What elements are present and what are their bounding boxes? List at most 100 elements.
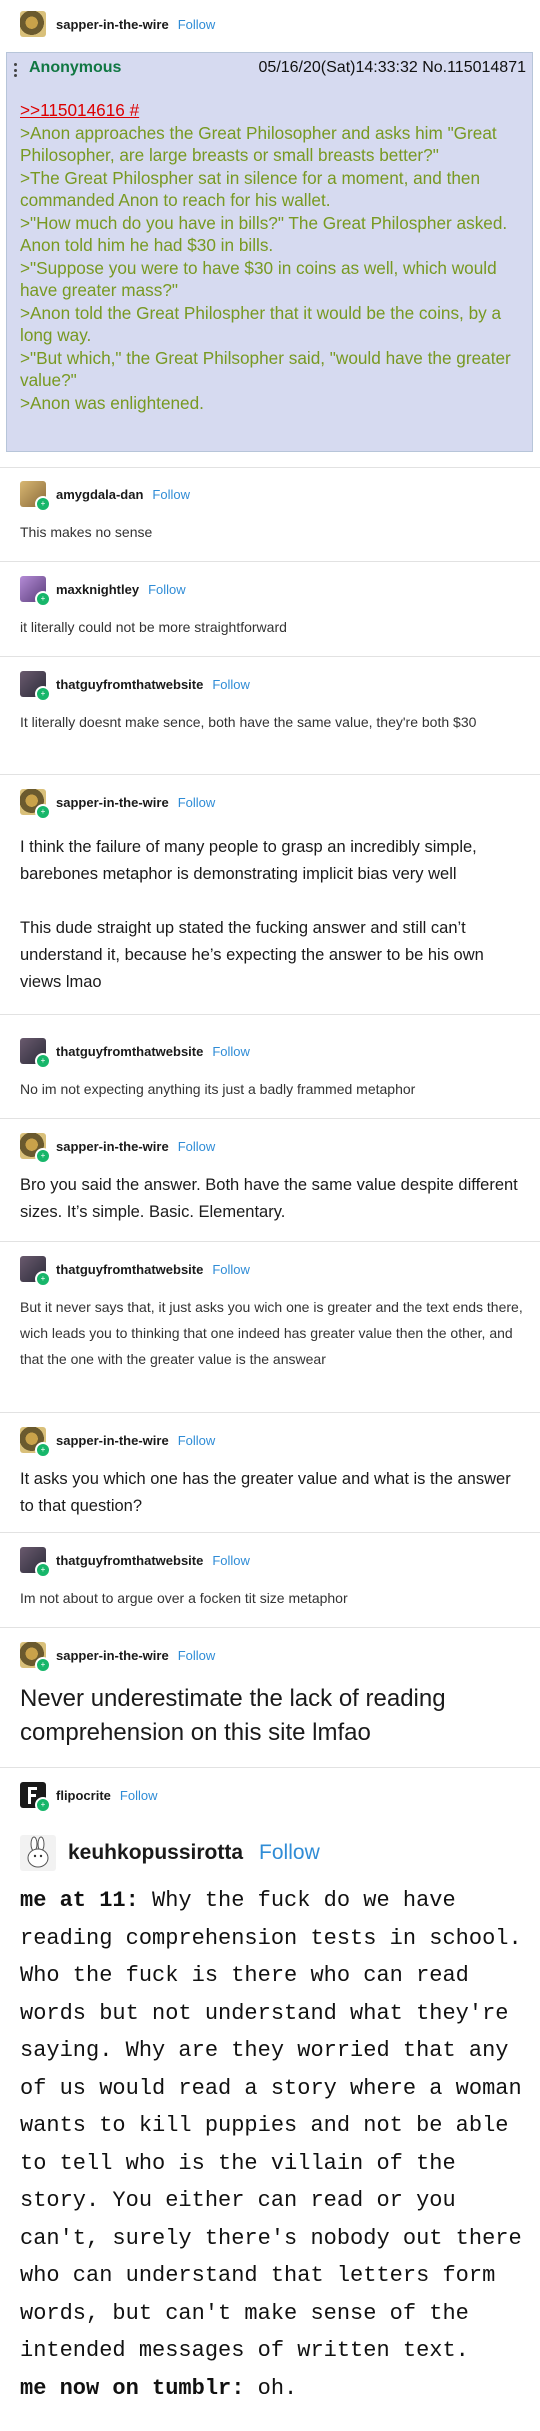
embedded-username[interactable]: keuhkopussirotta: [68, 1841, 243, 1865]
badge-icon: +: [35, 1797, 51, 1813]
reply-text: But it never says that, it just asks you…: [20, 1299, 523, 1367]
avatar[interactable]: +: [20, 1133, 51, 1164]
reply-text: It literally doesnt make sence, both hav…: [20, 714, 477, 730]
divider: [0, 1241, 540, 1242]
avatar[interactable]: +: [20, 789, 51, 820]
avatar[interactable]: +: [20, 1256, 51, 1287]
divider: [0, 656, 540, 657]
greentext-line: >Anon was enlightened.: [20, 392, 204, 413]
quote-link[interactable]: >>115014616 #: [20, 99, 525, 122]
post-header: + sapper-in-the-wire Follow: [20, 1640, 216, 1673]
badge-icon: +: [35, 1442, 51, 1458]
badge-icon: +: [35, 804, 51, 820]
reply-text: No im not expecting anything its just a …: [20, 1081, 416, 1097]
post-header: + amygdala-dan Follow: [20, 479, 190, 512]
username[interactable]: maxknightley: [56, 582, 139, 597]
divider: [0, 561, 540, 562]
body-text: oh.: [244, 2375, 298, 2401]
reply-text: Im not about to argue over a focken tit …: [20, 1590, 348, 1606]
follow-button[interactable]: Follow: [212, 677, 250, 692]
username[interactable]: thatguyfromthatwebsite: [56, 1553, 203, 1568]
avatar[interactable]: +: [20, 1642, 51, 1673]
avatar[interactable]: [20, 1835, 56, 1871]
follow-button[interactable]: Follow: [178, 17, 216, 32]
divider: [0, 1627, 540, 1628]
reply-text: It asks you which one has the greater va…: [20, 1470, 511, 1515]
avatar[interactable]: +: [20, 1547, 51, 1578]
avatar[interactable]: [20, 11, 46, 37]
avatar[interactable]: +: [20, 1038, 51, 1069]
avatar[interactable]: +: [20, 576, 51, 607]
follow-button[interactable]: Follow: [212, 1044, 250, 1059]
divider: [0, 1532, 540, 1533]
follow-button[interactable]: Follow: [152, 487, 190, 502]
post-datetime: 05/16/20(Sat)14:33:32 No.115014871: [258, 59, 526, 76]
post-header: + thatguyfromthatwebsite Follow: [20, 669, 250, 702]
follow-button[interactable]: Follow: [212, 1553, 250, 1568]
follow-button[interactable]: Follow: [178, 1139, 216, 1154]
avatar[interactable]: +: [20, 1782, 51, 1813]
embedded-header: keuhkopussirotta Follow: [20, 1834, 320, 1872]
menu-dots-icon[interactable]: [14, 63, 17, 77]
reply-text: Bro you said the answer. Both have the s…: [20, 1176, 518, 1221]
reply-text: This dude straight up stated the fucking…: [20, 919, 484, 991]
greentext-line: >Anon approaches the Great Philosopher a…: [20, 122, 497, 166]
badge-icon: +: [35, 1657, 51, 1673]
follow-button[interactable]: Follow: [148, 582, 186, 597]
post-header: + sapper-in-the-wire Follow: [20, 1131, 216, 1164]
divider: [0, 774, 540, 775]
lead-text: me now on tumblr:: [20, 2375, 245, 2401]
avatar[interactable]: +: [20, 671, 51, 702]
badge-icon: +: [35, 1053, 51, 1069]
greentext-line: >"How much do you have in bills?" The Gr…: [20, 212, 508, 256]
body-text: Why the fuck do we have reading comprehe…: [20, 1888, 522, 2363]
avatar[interactable]: +: [20, 481, 51, 512]
divider: [0, 467, 540, 468]
badge-icon: +: [35, 1271, 51, 1287]
post-header: + flipocrite Follow: [20, 1780, 158, 1813]
divider: [0, 1118, 540, 1119]
badge-icon: +: [35, 496, 51, 512]
username[interactable]: amygdala-dan: [56, 487, 143, 502]
avatar[interactable]: +: [20, 1427, 51, 1458]
follow-button[interactable]: Follow: [212, 1262, 250, 1277]
reply-text: I think the failure of many people to gr…: [20, 838, 477, 883]
greentext-line: >Anon told the Great Philospher that it …: [20, 302, 502, 346]
username[interactable]: flipocrite: [56, 1788, 111, 1803]
reply-text: Never underestimate the lack of reading …: [20, 1685, 446, 1746]
post-header: + thatguyfromthatwebsite Follow: [20, 1545, 250, 1578]
follow-button[interactable]: Follow: [178, 795, 216, 810]
username[interactable]: thatguyfromthatwebsite: [56, 1262, 203, 1277]
follow-button[interactable]: Follow: [178, 1433, 216, 1448]
embedded-text: me at 11: Why the fuck do we have readin…: [20, 1882, 525, 2407]
divider: [0, 1014, 540, 1015]
username[interactable]: sapper-in-the-wire: [56, 1648, 169, 1663]
post-header: sapper-in-the-wire Follow: [20, 9, 215, 39]
bunny-icon: [27, 1836, 49, 1868]
poster-name: Anonymous: [29, 59, 122, 76]
username[interactable]: thatguyfromthatwebsite: [56, 1044, 203, 1059]
follow-button[interactable]: Follow: [178, 1648, 216, 1663]
badge-icon: +: [35, 591, 51, 607]
greentext-block: Anonymous 05/16/20(Sat)14:33:32 No.11501…: [6, 52, 533, 452]
post-header: + maxknightley Follow: [20, 574, 186, 607]
badge-icon: +: [35, 1562, 51, 1578]
follow-button[interactable]: Follow: [259, 1841, 320, 1865]
post-header: + sapper-in-the-wire Follow: [20, 1425, 216, 1458]
badge-icon: +: [35, 686, 51, 702]
username[interactable]: sapper-in-the-wire: [56, 17, 169, 32]
post-header: + sapper-in-the-wire Follow: [20, 787, 216, 820]
username[interactable]: sapper-in-the-wire: [56, 795, 169, 810]
divider: [0, 1767, 540, 1768]
reply-text: it literally could not be more straightf…: [20, 619, 287, 635]
badge-icon: +: [35, 1148, 51, 1164]
divider: [0, 1412, 540, 1413]
follow-button[interactable]: Follow: [120, 1788, 158, 1803]
reply-text: This makes no sense: [20, 524, 153, 540]
username[interactable]: sapper-in-the-wire: [56, 1433, 169, 1448]
username[interactable]: sapper-in-the-wire: [56, 1139, 169, 1154]
greentext-line: >The Great Philospher sat in silence for…: [20, 167, 481, 211]
username[interactable]: thatguyfromthatwebsite: [56, 677, 203, 692]
post-header: + thatguyfromthatwebsite Follow: [20, 1254, 250, 1287]
lead-text: me at 11:: [20, 1888, 139, 1913]
